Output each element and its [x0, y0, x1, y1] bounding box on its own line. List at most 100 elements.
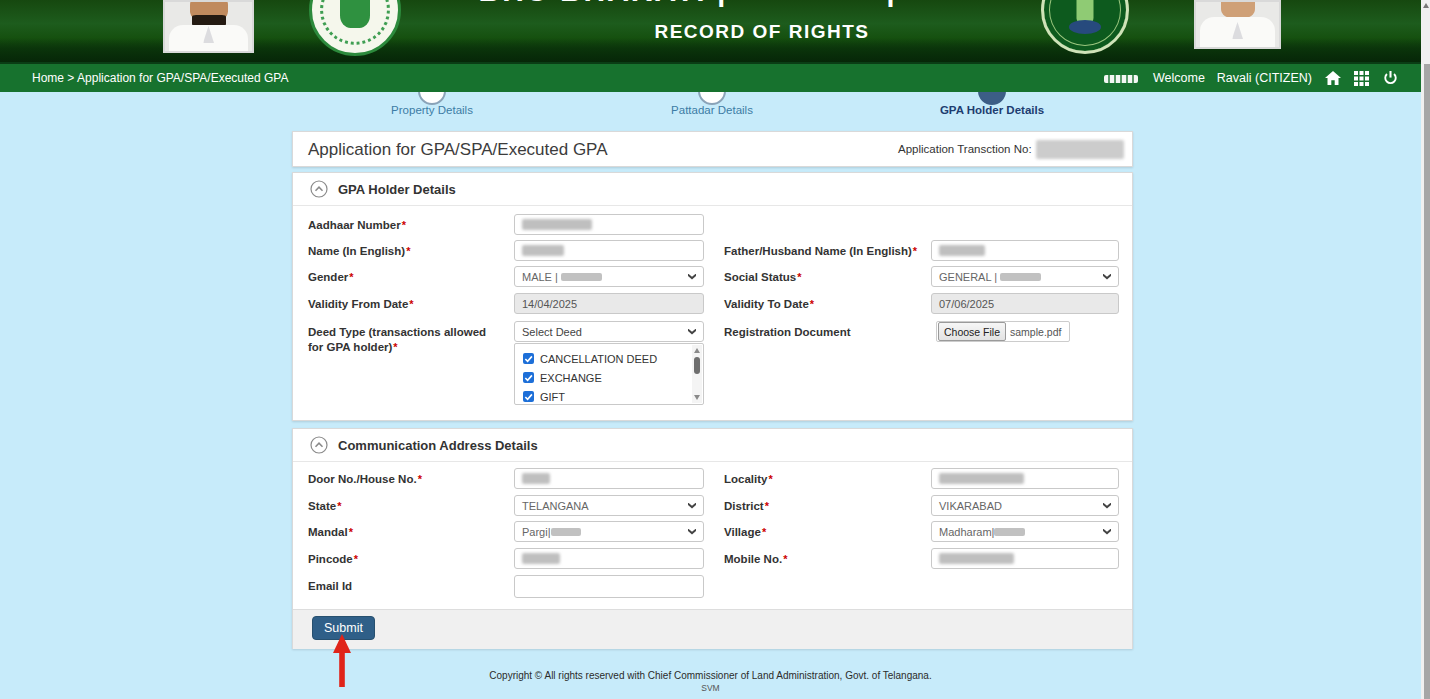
- submit-strip: Submit: [293, 609, 1132, 649]
- registration-document-file-input[interactable]: Choose File sample.pdf: [936, 321, 1070, 342]
- logout-power-icon[interactable]: [1382, 71, 1399, 86]
- validity-from-label: Validity From Date: [308, 293, 514, 312]
- navbar-right: తెలుగు Welcome Ravali (CITIZEN): [1104, 71, 1421, 86]
- mobile-no-label: Mobile No.: [704, 548, 931, 567]
- door-no-label: Door No./House No.: [308, 468, 514, 487]
- home-icon[interactable]: [1324, 71, 1341, 86]
- pincode-input[interactable]: [514, 548, 704, 569]
- email-id-input[interactable]: [514, 575, 704, 598]
- deed-option-gift[interactable]: GIFT: [523, 387, 703, 405]
- district-select[interactable]: VIKARABAD: [931, 495, 1119, 516]
- mandal-label: Mandal: [308, 521, 514, 540]
- page-footer: Copyright © All rights reserved with Chi…: [0, 670, 1421, 693]
- communication-address-section: Communication Address Details Door No./H…: [292, 428, 1133, 649]
- chevron-down-icon: [688, 274, 696, 280]
- email-id-label: Email Id: [308, 575, 514, 594]
- validity-to-label: Validity To Date: [704, 293, 931, 312]
- gender-label: Gender: [308, 266, 514, 285]
- validity-from-input: 14/04/2025: [514, 293, 704, 314]
- deed-type-placeholder: Select Deed: [522, 326, 582, 338]
- state-select[interactable]: TELANGANA: [514, 495, 704, 516]
- apps-grid-icon[interactable]: [1353, 71, 1370, 86]
- validity-from-value: 14/04/2025: [522, 298, 577, 310]
- father-husband-name-label: Father/Husband Name (In English): [704, 240, 931, 259]
- step-label-property-details: Property Details: [332, 104, 532, 116]
- redacted-value: [939, 553, 1014, 564]
- redacted-value: [522, 245, 564, 256]
- deed-option-cancellation[interactable]: CANCELLATION DEED: [523, 349, 703, 368]
- district-label: District: [704, 495, 931, 514]
- step-label-pattadar-details: Pattadar Details: [612, 104, 812, 116]
- aadhaar-number-input[interactable]: [514, 214, 704, 235]
- language-toggle[interactable]: తెలుగు: [1104, 71, 1139, 85]
- deed-type-listbox[interactable]: CANCELLATION DEED EXCHANGE GIFT: [514, 343, 704, 405]
- choose-file-button[interactable]: Choose File: [938, 322, 1006, 341]
- chevron-down-icon: [688, 503, 696, 509]
- breadcrumb[interactable]: Home > Application for GPA/SPA/Executed …: [32, 71, 288, 85]
- name-english-label: Name (In English): [308, 240, 514, 259]
- deed-type-select[interactable]: Select Deed: [514, 321, 704, 342]
- collapse-chevron-icon: [310, 436, 328, 454]
- redacted-value: [522, 473, 550, 484]
- mandal-select[interactable]: Pargi|పరిగి: [514, 521, 704, 542]
- redacted-value: [522, 219, 592, 230]
- gpa-holder-details-section: GPA Holder Details Aadhaar Number Name (…: [292, 172, 1133, 421]
- checkbox-checked-icon[interactable]: [523, 391, 534, 402]
- scrollbar-up-icon[interactable]: [1423, 3, 1429, 8]
- comm-section-header[interactable]: Communication Address Details: [293, 429, 1132, 462]
- redacted-value: [522, 553, 560, 564]
- aadhaar-number-label: Aadhaar Number: [308, 214, 514, 233]
- top-navbar: Home > Application for GPA/SPA/Executed …: [0, 62, 1421, 92]
- deed-type-label: Deed Type (transactions allowed for GPA …: [308, 321, 504, 355]
- validity-to-input: 07/06/2025: [931, 293, 1119, 314]
- scroll-up-icon[interactable]: [694, 348, 700, 353]
- copyright-text: Copyright © All rights reserved with Chi…: [0, 670, 1421, 681]
- village-select[interactable]: Madharam|మాదారం: [931, 521, 1119, 542]
- scroll-down-icon[interactable]: [694, 395, 700, 400]
- locality-input[interactable]: [931, 468, 1119, 489]
- social-status-value: GENERAL | జనరల్: [939, 271, 1042, 283]
- transaction-no-label: Application Transction No:: [898, 143, 1032, 155]
- application-title-card: Application for GPA/SPA/Executed GPA App…: [292, 131, 1133, 167]
- door-no-input[interactable]: [514, 468, 704, 489]
- step-label-gpa-holder-details: GPA Holder Details: [892, 104, 1092, 116]
- checkbox-checked-icon[interactable]: [523, 372, 534, 383]
- scroll-thumb[interactable]: [694, 357, 700, 374]
- chevron-down-icon: [688, 529, 696, 535]
- annotation-arrow-icon: [331, 634, 353, 688]
- registration-document-label: Registration Document: [704, 321, 931, 340]
- village-label: Village: [704, 521, 931, 540]
- telangana-seal-icon: [309, 0, 401, 56]
- mobile-no-input[interactable]: [931, 548, 1119, 569]
- locality-label: Locality: [704, 468, 931, 487]
- mandal-value: Pargi|పరిగి: [522, 526, 582, 538]
- gpa-section-title: GPA Holder Details: [338, 182, 456, 197]
- collapse-chevron-icon: [310, 180, 328, 198]
- gender-select[interactable]: MALE | పురుషుడు: [514, 266, 704, 287]
- state-value: TELANGANA: [522, 500, 589, 512]
- chevron-down-icon: [688, 329, 696, 335]
- father-husband-name-input[interactable]: [931, 240, 1119, 261]
- bhu-bharati-emblem-icon: [1041, 0, 1129, 54]
- user-label: Ravali (CITIZEN): [1217, 71, 1312, 85]
- checkbox-checked-icon[interactable]: [523, 353, 534, 364]
- village-value: Madharam|మాదారం: [939, 526, 1026, 538]
- redacted-value: [939, 245, 985, 256]
- deed-option-label: EXCHANGE: [540, 372, 602, 384]
- validity-to-value: 07/06/2025: [939, 298, 994, 310]
- page-scrollbar[interactable]: [1421, 0, 1430, 699]
- gpa-section-header[interactable]: GPA Holder Details: [293, 173, 1132, 206]
- transaction-no-redacted-value: [1036, 140, 1124, 159]
- header-banner: BHU BHARATI | భూ భారతి | భూ భారతి RECORD…: [0, 0, 1421, 62]
- name-english-input[interactable]: [514, 240, 704, 261]
- comm-section-title: Communication Address Details: [338, 438, 538, 453]
- deed-option-label: GIFT: [540, 391, 565, 403]
- scrollbar-thumb[interactable]: [1424, 64, 1430, 699]
- deed-option-label: CANCELLATION DEED: [540, 353, 657, 365]
- chevron-down-icon: [1103, 503, 1111, 509]
- footer-sub-text: SVM: [0, 683, 1421, 693]
- welcome-label: Welcome: [1153, 71, 1205, 85]
- social-status-select[interactable]: GENERAL | జనరల్: [931, 266, 1119, 287]
- deed-option-exchange[interactable]: EXCHANGE: [523, 368, 703, 387]
- listbox-scrollbar[interactable]: [692, 345, 702, 403]
